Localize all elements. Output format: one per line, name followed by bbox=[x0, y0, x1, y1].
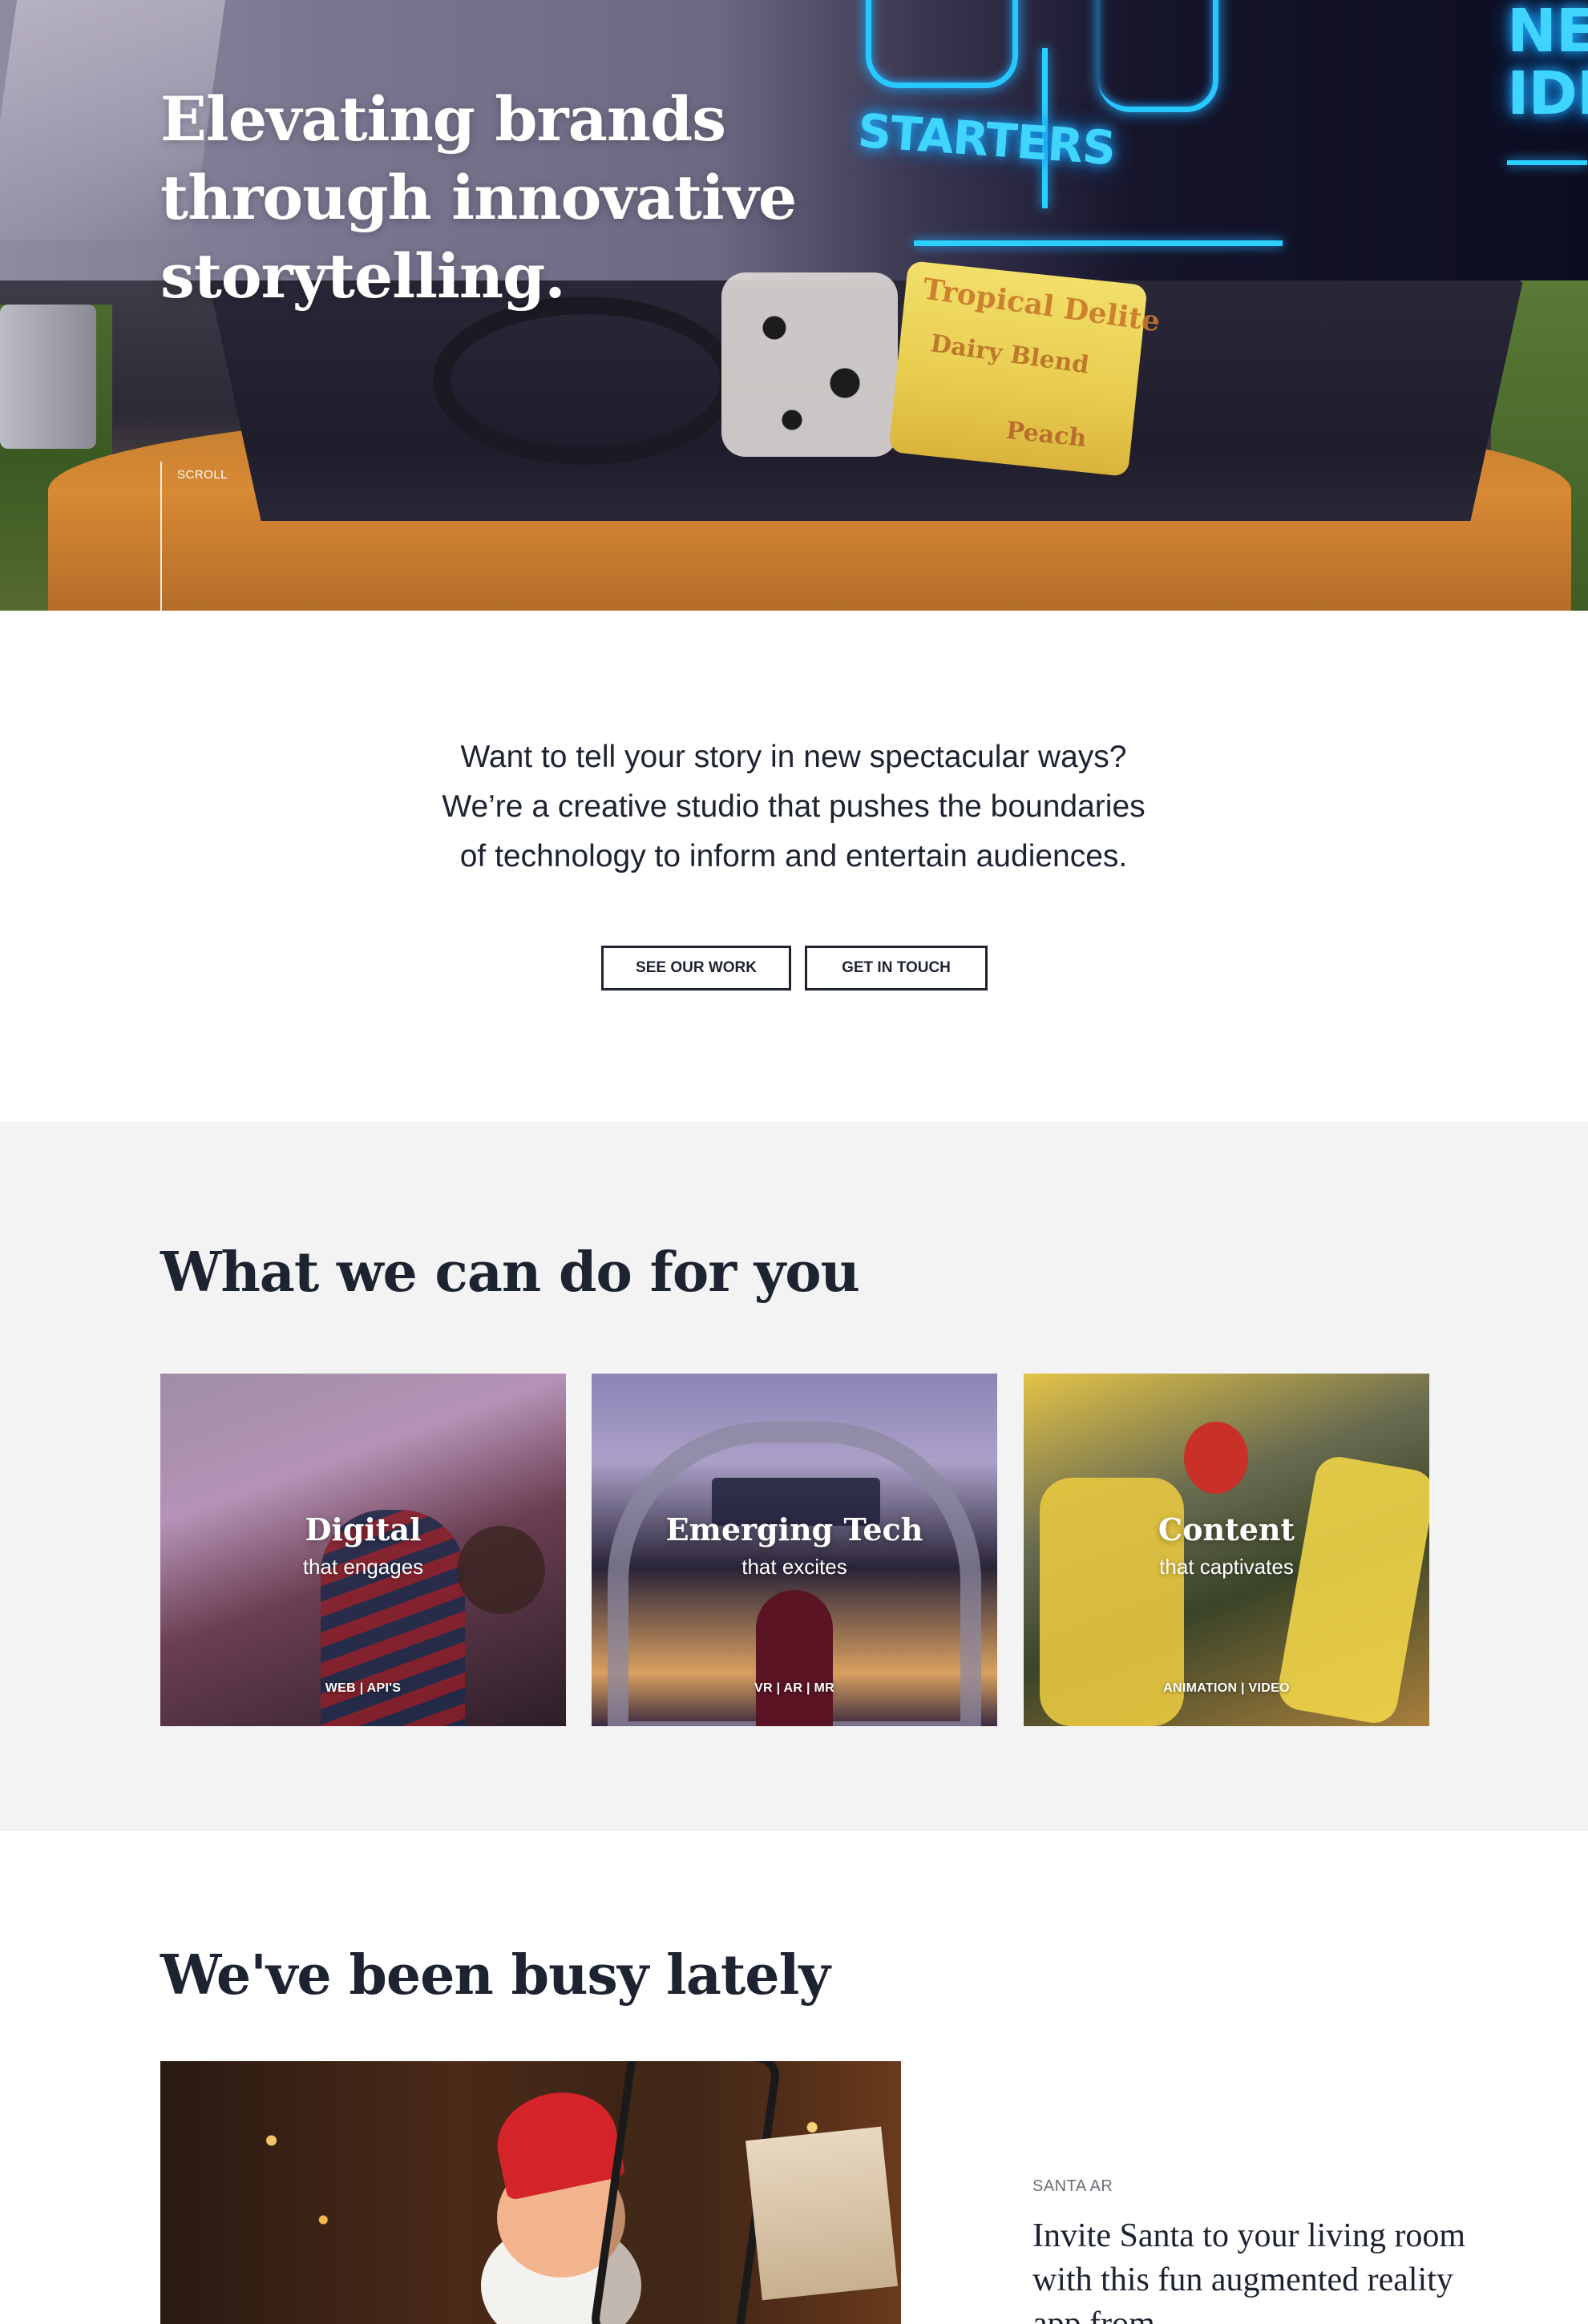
services-heading: What we can do for you bbox=[160, 1241, 860, 1305]
car-side-mirror bbox=[0, 305, 96, 449]
card-title: Emerging Tech bbox=[665, 1511, 923, 1547]
neon-line-right bbox=[1507, 160, 1587, 165]
gift-box bbox=[746, 2126, 898, 2301]
card-subtitle: that excites bbox=[741, 1555, 847, 1579]
card-tags: WEB | API'S bbox=[325, 1681, 402, 1695]
project-image-santa-ar[interactable] bbox=[160, 2061, 901, 2324]
see-our-work-button[interactable]: SEE OUR WORK bbox=[601, 946, 791, 991]
project-title-link[interactable]: Invite Santa to your living room with th… bbox=[1032, 2214, 1481, 2324]
steering-wheel bbox=[433, 297, 737, 465]
neon-line-shelf bbox=[914, 240, 1283, 246]
get-in-touch-button[interactable]: GET IN TOUCH bbox=[805, 946, 988, 991]
hero-section: STARTERS NE IDE Tropical Delite Dairy Bl… bbox=[0, 0, 1588, 611]
services-section: What we can do for you Digital that enga… bbox=[0, 1122, 1588, 1831]
scroll-indicator-label[interactable]: SCROLL bbox=[177, 468, 228, 482]
scroll-indicator-line bbox=[160, 462, 162, 611]
card-title: Content bbox=[1158, 1511, 1295, 1547]
neon-sign-partial: NE IDE bbox=[1507, 0, 1588, 128]
card-title: Digital bbox=[305, 1511, 422, 1547]
neon-sign-shape-left bbox=[866, 0, 1018, 88]
service-card-content[interactable]: Content that captivates ANIMATION | VIDE… bbox=[1024, 1374, 1429, 1726]
intro-paragraph: Want to tell your story in new spectacul… bbox=[313, 732, 1275, 882]
neon-sign-shape-right bbox=[1098, 0, 1218, 112]
card-image-attendant bbox=[756, 1590, 833, 1726]
service-card-emerging-tech[interactable]: Emerging Tech that excites VR | AR | MR bbox=[592, 1374, 997, 1726]
card-image-strawberry bbox=[1184, 1422, 1248, 1494]
intro-line-2: We’re a creative studio that pushes the … bbox=[442, 789, 1146, 824]
card-tags: ANIMATION | VIDEO bbox=[1163, 1681, 1290, 1695]
recent-work-heading: We've been busy lately bbox=[160, 1943, 830, 2007]
intro-line-1: Want to tell your story in new spectacul… bbox=[460, 740, 1127, 774]
card-subtitle: that captivates bbox=[1159, 1555, 1294, 1579]
hero-headline: Elevating brands through innovative stor… bbox=[160, 83, 797, 312]
intro-section: Want to tell your story in new spectacul… bbox=[0, 611, 1588, 1122]
recent-work-section: We've been busy lately SANTA AR Invite S… bbox=[0, 1831, 1588, 2324]
project-category: SANTA AR bbox=[1032, 2177, 1113, 2195]
service-card-digital[interactable]: Digital that engages WEB | API'S bbox=[160, 1374, 566, 1726]
intro-line-3: of technology to inform and entertain au… bbox=[459, 839, 1128, 874]
card-subtitle: that engages bbox=[302, 1555, 424, 1579]
card-tags: VR | AR | MR bbox=[754, 1681, 834, 1695]
